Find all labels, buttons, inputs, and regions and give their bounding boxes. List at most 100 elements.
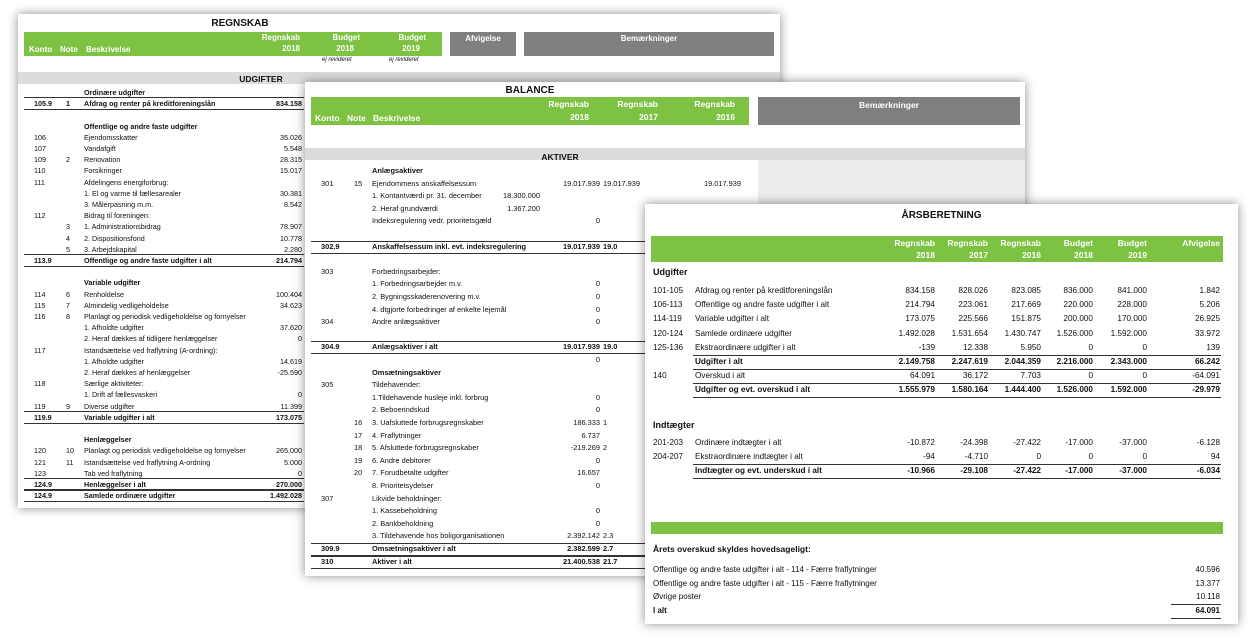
description-cell: Afdrag og renter på kreditforeningslån — [84, 99, 216, 109]
note-cell: 6 — [66, 289, 70, 299]
description-cell: 1. Drift af fællesvaskeri — [84, 390, 158, 400]
table-row: 114-119 Variable udgifter i alt 173.075 225… — [645, 312, 1238, 326]
value-2018-cell: 0 — [595, 304, 600, 314]
description-cell: 6. Andre debitorer — [372, 455, 431, 465]
row-rule — [693, 397, 1221, 399]
description-cell: Omsætningsaktiver — [372, 367, 442, 377]
value-cell: 1.526.000 — [1056, 328, 1093, 338]
note-cell: 1 — [66, 99, 70, 109]
konto-cell: 120-124 — [653, 328, 684, 338]
col-r3-year: 2016 — [716, 112, 735, 122]
table-row: Udgifter og evt. overskud i alt 1.555.979… — [645, 383, 1238, 397]
konto-cell: 109 — [34, 155, 46, 165]
row-rule — [693, 355, 1221, 356]
row-rule — [693, 464, 1221, 466]
value-cell: 1.430.747 — [1004, 328, 1041, 338]
col-r3: Regnskab — [694, 99, 735, 109]
konto-cell: 304.9 — [321, 342, 340, 352]
value-cell: 0 — [1142, 342, 1147, 352]
value-cell: 823.085 — [1011, 286, 1041, 295]
row-rule — [24, 478, 304, 479]
value-cell: 173.075 — [276, 412, 302, 422]
col-header-2: Regnskab — [947, 238, 988, 248]
value-cell: 1.555.979 — [898, 385, 935, 395]
table-row: 201-203 Ordinære indtægter i alt -10.872 -2… — [645, 436, 1238, 450]
value-cell: 834.158 — [905, 286, 935, 295]
value-cell: 28.315 — [280, 155, 302, 165]
value-2018-cell: 0 — [595, 392, 600, 402]
description-cell: Variable udgifter i alt — [695, 314, 770, 324]
value-cell: 64.091 — [909, 371, 935, 381]
value-2018-cell: 16.657 — [577, 468, 600, 478]
value-2018-cell: 2.392.142 — [567, 531, 600, 541]
table-row: 101-105 Afdrag og renter på kreditforenin… — [645, 284, 1238, 298]
col-note: Note — [347, 113, 366, 123]
konto-cell: 110 — [34, 166, 46, 176]
description-cell: 1. Kassebeholdning — [372, 506, 437, 516]
description-cell: Anlægsaktiver — [372, 166, 423, 175]
konto-cell: 105.9 — [34, 99, 52, 109]
value-cell: -6.128 — [1196, 438, 1220, 447]
row-rule — [24, 410, 304, 412]
value-cell: 170.000 — [1117, 314, 1147, 324]
konto-cell: 302.9 — [321, 241, 340, 251]
description-cell: Ejendomsskatter — [84, 132, 138, 142]
value-2017-cell: 19.0 — [603, 342, 618, 352]
value-2018-cell: 19.017.939 — [563, 178, 600, 188]
value-cell: 10.778 — [280, 233, 302, 243]
value-cell: 1.444.400 — [1004, 385, 1041, 395]
note-cell: 18 — [354, 443, 363, 453]
note-cell: 8 — [66, 312, 70, 321]
col-regnskab: Regnskab — [261, 33, 300, 42]
konto-cell: 309.9 — [321, 544, 340, 553]
konto-cell: 106 — [34, 132, 46, 142]
konto-cell: 310 — [321, 556, 334, 566]
table-row: Indtægter og evt. underskud i alt -10.966… — [645, 464, 1238, 478]
value-cell: 828.026 — [958, 286, 988, 295]
value-2018-cell: 0 — [595, 292, 600, 301]
konto-cell: 303 — [321, 266, 334, 276]
separator-bar — [651, 522, 1223, 534]
note-cell: 11 — [66, 457, 74, 467]
table-row: 125-136 Ekstraordinære udgifter i alt -139… — [645, 341, 1238, 355]
row-rule — [693, 478, 1221, 480]
note-cell: 19 — [354, 455, 363, 465]
value-2017-cell: 19.017.939 — [603, 178, 640, 188]
value-2017-cell: 19.0 — [603, 241, 618, 251]
description-cell: Afdrag og renter på kreditforeningslån — [695, 286, 833, 295]
total-rule — [1171, 618, 1221, 619]
description-cell: Samlede ordinære udgifter — [695, 328, 792, 338]
description-cell: Offentlige og andre faste udgifter i alt… — [653, 578, 877, 588]
value-cell: 5.950 — [1020, 342, 1042, 352]
col-header-1: Regnskab — [894, 238, 935, 248]
value-cell: 94 — [1210, 452, 1220, 462]
value-cell: 36.172 — [962, 371, 988, 381]
description-cell: Ekstraordinære indtægter i alt — [695, 452, 803, 462]
value-cell: 1.531.654 — [951, 328, 988, 338]
value-cell: 228.000 — [1117, 300, 1147, 310]
value-cell: 2.247.619 — [951, 357, 988, 366]
col-header-4: Budget — [1063, 238, 1093, 248]
description-cell: 2. Beboerindskud — [372, 405, 430, 415]
value-cell: 1.592.000 — [1110, 385, 1147, 395]
description-cell: 2. Heraf dækkes af tidligere henlæggelse… — [84, 334, 218, 344]
description-cell: 1. Afholdte udgifter — [84, 323, 144, 333]
row-rule — [24, 254, 304, 255]
table-row: Udgifter i alt 2.149.758 2.247.619 2.044.35… — [645, 355, 1238, 369]
sub-value-cell: 18.300.000 — [503, 191, 540, 201]
value-cell: 40.596 — [1195, 565, 1220, 574]
value-cell: 78.907 — [280, 222, 302, 232]
col-budget-2018: Budget — [332, 33, 360, 42]
col-header-year-2: 2017 — [969, 250, 988, 260]
description-cell: Istandsættelse ved fraflytning A-ordning — [84, 457, 211, 467]
description-cell: Øvrige poster — [653, 592, 702, 601]
value-cell: 12.338 — [962, 342, 988, 352]
col-beskrivelse: Beskrivelse — [373, 113, 421, 123]
value-cell: 214.794 — [905, 300, 935, 310]
col-header-year-4: 2018 — [1074, 250, 1093, 260]
table-row: I alt 64.091 — [645, 604, 1238, 618]
value-cell: -64.091 — [1192, 371, 1220, 381]
value-cell: -29.108 — [960, 466, 988, 476]
udgifter-label: Udgifter — [653, 267, 688, 277]
value-cell: 30.381 — [280, 188, 302, 198]
